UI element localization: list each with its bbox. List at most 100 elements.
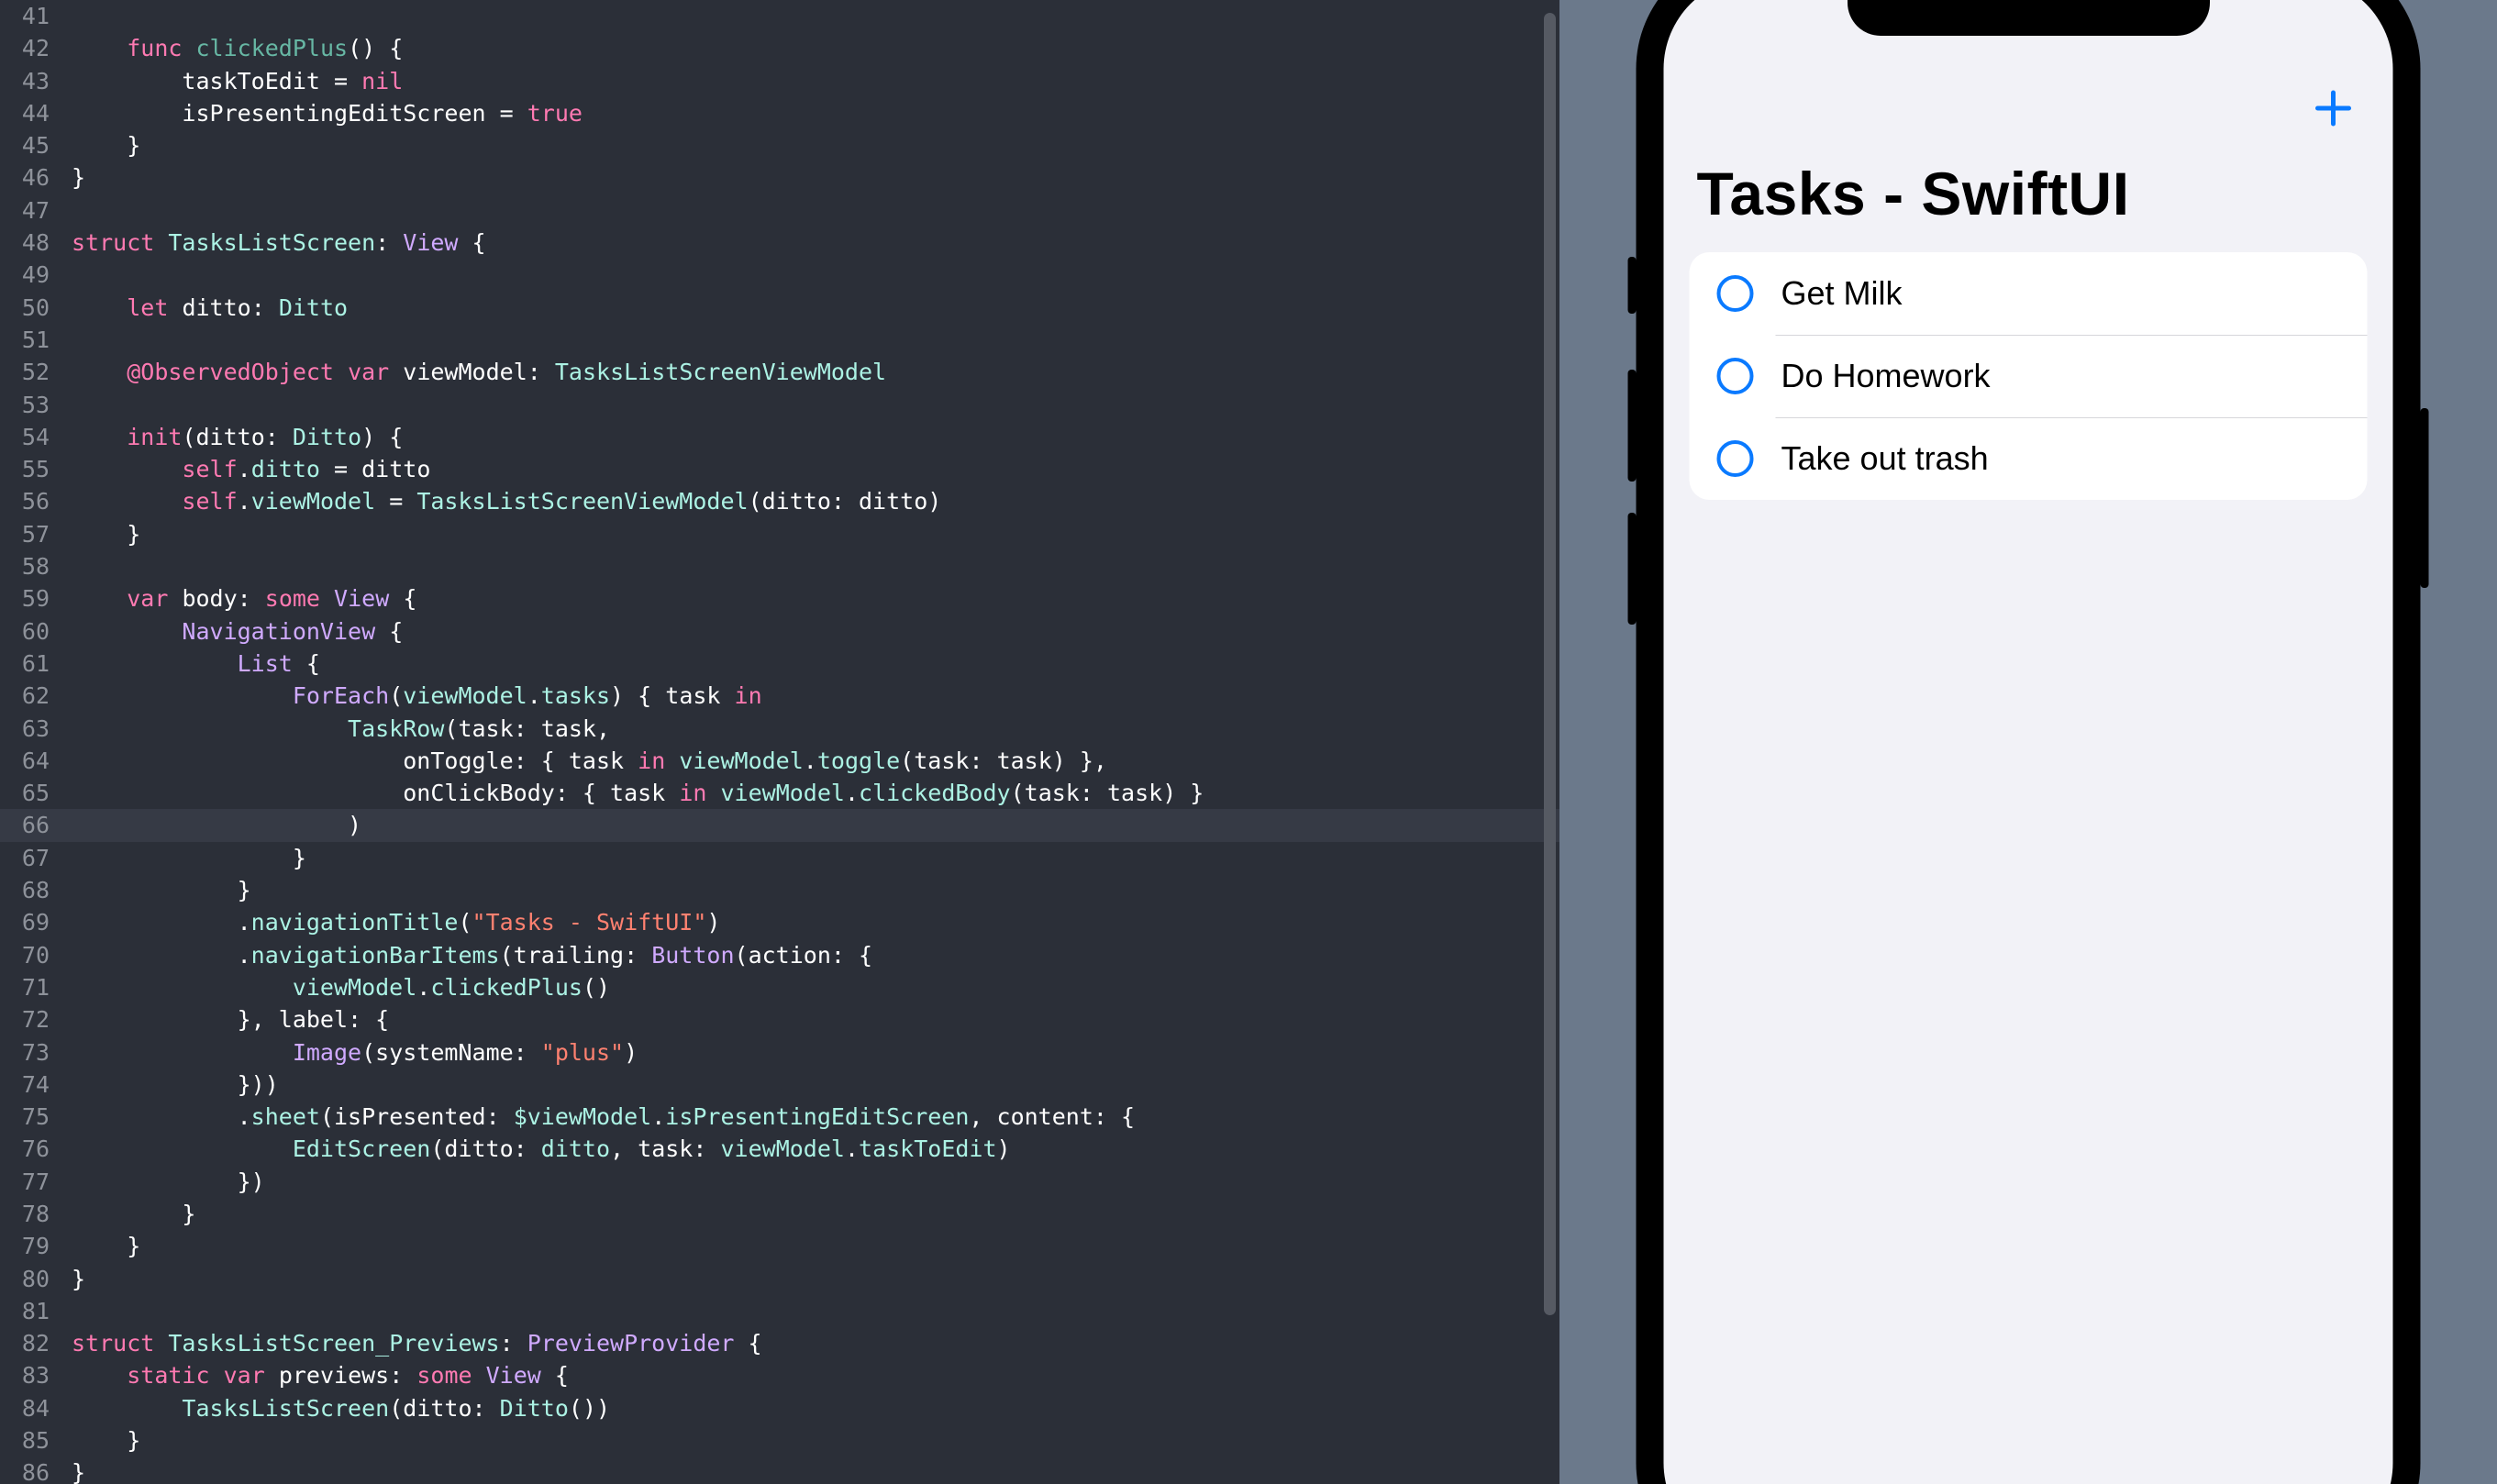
- code-content[interactable]: EditScreen(ditto: ditto, task: viewModel…: [72, 1135, 1011, 1162]
- code-line[interactable]: 68 }: [0, 874, 1559, 906]
- code-line[interactable]: 42 func clickedPlus() {: [0, 32, 1559, 64]
- code-line[interactable]: 70 .navigationBarItems(trailing: Button(…: [0, 939, 1559, 971]
- code-line[interactable]: 78 }: [0, 1198, 1559, 1230]
- code-line[interactable]: 46}: [0, 161, 1559, 194]
- code-content[interactable]: }: [72, 1459, 85, 1484]
- code-line[interactable]: 54 init(ditto: Ditto) {: [0, 421, 1559, 453]
- code-line[interactable]: 67 }: [0, 842, 1559, 874]
- code-line[interactable]: 57 }: [0, 518, 1559, 550]
- code-content[interactable]: ): [72, 812, 361, 838]
- tasks-list[interactable]: Get Milk Do Homework Take out trash: [1690, 252, 2368, 500]
- code-content[interactable]: Image(systemName: "plus"): [72, 1039, 638, 1066]
- code-line[interactable]: 72 }, label: {: [0, 1003, 1559, 1035]
- circle-icon[interactable]: [1717, 275, 1754, 312]
- code-content[interactable]: TasksListScreen(ditto: Ditto()): [72, 1395, 610, 1422]
- code-content[interactable]: }: [72, 1427, 140, 1454]
- code-content[interactable]: }: [72, 132, 140, 159]
- code-content[interactable]: List {: [72, 650, 320, 677]
- code-line[interactable]: 65 onClickBody: { task in viewModel.clic…: [0, 777, 1559, 809]
- code-line[interactable]: 58: [0, 550, 1559, 582]
- code-content[interactable]: isPresentingEditScreen = true: [72, 100, 583, 127]
- code-content[interactable]: .navigationTitle("Tasks - SwiftUI"): [72, 909, 720, 936]
- code-content[interactable]: }: [72, 845, 306, 871]
- task-row[interactable]: Get Milk: [1690, 252, 2368, 335]
- code-content[interactable]: onToggle: { task in viewModel.toggle(tas…: [72, 748, 1107, 774]
- code-content[interactable]: var body: some View {: [72, 585, 416, 612]
- code-line[interactable]: 44 isPresentingEditScreen = true: [0, 97, 1559, 129]
- code-line[interactable]: 74 })): [0, 1069, 1559, 1101]
- code-line[interactable]: 59 var body: some View {: [0, 582, 1559, 615]
- code-line[interactable]: 85 }: [0, 1424, 1559, 1456]
- code-content[interactable]: let ditto: Ditto: [72, 294, 348, 321]
- code-line[interactable]: 86}: [0, 1456, 1559, 1484]
- code-content[interactable]: onClickBody: { task in viewModel.clicked…: [72, 780, 1204, 806]
- code-content[interactable]: struct TasksListScreen_Previews: Preview…: [72, 1330, 762, 1357]
- code-line[interactable]: 48struct TasksListScreen: View {: [0, 227, 1559, 259]
- code-line[interactable]: 45 }: [0, 129, 1559, 161]
- code-content[interactable]: }: [72, 164, 85, 191]
- line-number: 66: [0, 809, 72, 841]
- code-line[interactable]: 79 }: [0, 1230, 1559, 1262]
- code-line[interactable]: 64 onToggle: { task in viewModel.toggle(…: [0, 745, 1559, 777]
- code-content[interactable]: TaskRow(task: task,: [72, 715, 610, 742]
- code-content[interactable]: taskToEdit = nil: [72, 68, 403, 94]
- code-content[interactable]: @ObservedObject var viewModel: TasksList…: [72, 359, 886, 385]
- code-content[interactable]: .sheet(isPresented: $viewModel.isPresent…: [72, 1103, 1135, 1130]
- code-line[interactable]: 51: [0, 324, 1559, 356]
- code-line[interactable]: 43 taskToEdit = nil: [0, 65, 1559, 97]
- plus-icon: [2314, 89, 2353, 127]
- circle-icon[interactable]: [1717, 440, 1754, 477]
- code-content[interactable]: })): [72, 1071, 279, 1098]
- code-line[interactable]: 47: [0, 194, 1559, 227]
- code-line[interactable]: 80}: [0, 1263, 1559, 1295]
- code-line[interactable]: 49: [0, 259, 1559, 291]
- code-line[interactable]: 41: [0, 0, 1559, 32]
- code-content[interactable]: NavigationView {: [72, 618, 403, 645]
- code-content[interactable]: }: [72, 1266, 85, 1292]
- code-line[interactable]: 66 ): [0, 809, 1559, 841]
- code-line[interactable]: 61 List {: [0, 648, 1559, 680]
- code-content[interactable]: .navigationBarItems(trailing: Button(act…: [72, 942, 872, 969]
- code-content[interactable]: }: [72, 1233, 140, 1259]
- circle-icon[interactable]: [1717, 358, 1754, 394]
- code-line[interactable]: 71 viewModel.clickedPlus(): [0, 971, 1559, 1003]
- code-content[interactable]: ForEach(viewModel.tasks) { task in: [72, 682, 762, 709]
- code-line[interactable]: 77 }): [0, 1166, 1559, 1198]
- code-line[interactable]: 60 NavigationView {: [0, 615, 1559, 648]
- code-content[interactable]: }): [72, 1168, 265, 1195]
- code-line[interactable]: 76 EditScreen(ditto: ditto, task: viewMo…: [0, 1133, 1559, 1165]
- editor-scrollbar-thumb[interactable]: [1544, 13, 1556, 1315]
- code-line[interactable]: 84 TasksListScreen(ditto: Ditto()): [0, 1392, 1559, 1424]
- code-line[interactable]: 73 Image(systemName: "plus"): [0, 1036, 1559, 1069]
- code-content[interactable]: self.viewModel = TasksListScreenViewMode…: [72, 488, 941, 515]
- line-number: 65: [0, 777, 72, 809]
- code-line[interactable]: 82struct TasksListScreen_Previews: Previ…: [0, 1327, 1559, 1359]
- code-content[interactable]: func clickedPlus() {: [72, 35, 403, 61]
- code-content[interactable]: init(ditto: Ditto) {: [72, 424, 403, 450]
- code-content[interactable]: }: [72, 521, 140, 548]
- code-editor[interactable]: 4142 func clickedPlus() {43 taskToEdit =…: [0, 0, 1559, 1484]
- code-line[interactable]: 53: [0, 389, 1559, 421]
- code-content[interactable]: viewModel.clickedPlus(): [72, 974, 610, 1001]
- task-row[interactable]: Do Homework: [1690, 335, 2368, 417]
- code-content[interactable]: }: [72, 877, 251, 903]
- code-line[interactable]: 55 self.ditto = ditto: [0, 453, 1559, 485]
- code-line[interactable]: 62 ForEach(viewModel.tasks) { task in: [0, 680, 1559, 712]
- code-line[interactable]: 81: [0, 1295, 1559, 1327]
- code-line[interactable]: 50 let ditto: Ditto: [0, 292, 1559, 324]
- code-line[interactable]: 69 .navigationTitle("Tasks - SwiftUI"): [0, 906, 1559, 938]
- code-content[interactable]: }, label: {: [72, 1006, 389, 1033]
- code-content[interactable]: static var previews: some View {: [72, 1362, 569, 1389]
- code-line[interactable]: 75 .sheet(isPresented: $viewModel.isPres…: [0, 1101, 1559, 1133]
- add-button[interactable]: [2313, 87, 2355, 129]
- preview-canvas[interactable]: Tasks - SwiftUI Get Milk Do Homework Tak…: [1559, 0, 2497, 1484]
- task-row[interactable]: Take out trash: [1690, 417, 2368, 500]
- code-content[interactable]: struct TasksListScreen: View {: [72, 229, 486, 256]
- line-number: 79: [0, 1230, 72, 1262]
- code-content[interactable]: self.ditto = ditto: [72, 456, 430, 482]
- code-line[interactable]: 83 static var previews: some View {: [0, 1359, 1559, 1391]
- code-line[interactable]: 56 self.viewModel = TasksListScreenViewM…: [0, 485, 1559, 517]
- code-line[interactable]: 63 TaskRow(task: task,: [0, 713, 1559, 745]
- code-line[interactable]: 52 @ObservedObject var viewModel: TasksL…: [0, 356, 1559, 388]
- code-content[interactable]: }: [72, 1201, 195, 1227]
